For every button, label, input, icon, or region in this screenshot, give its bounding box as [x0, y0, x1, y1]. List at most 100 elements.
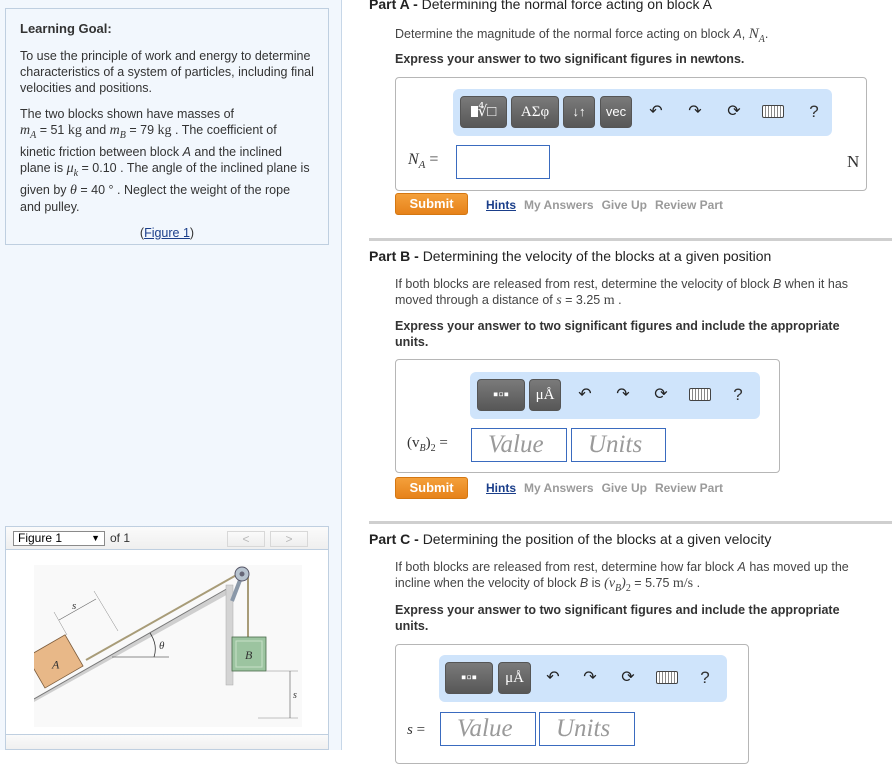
s-incline-label: s: [72, 600, 76, 612]
help-icon[interactable]: ?: [727, 384, 749, 406]
block-a: A: [34, 634, 84, 689]
part-a-actions: Hints My Answers Give Up Review Part: [486, 198, 731, 212]
figure-panel: Figure 1 ▼ of 1 < > θ s A B s: [5, 526, 329, 750]
mass-b-symbol: mB: [109, 123, 126, 141]
block-b-label: B: [245, 648, 253, 662]
pulley-axle: [239, 571, 245, 577]
part-b-answer-label: (vB)2 =: [407, 435, 448, 454]
redo-icon[interactable]: ↷: [684, 101, 706, 123]
part-a-question: Determine the magnitude of the normal fo…: [395, 26, 769, 45]
part-b-answer-box: ▪▫▪ μÅ ↶ ↷ ⟳ ? (vB)2 =: [395, 359, 780, 473]
figure-count: of 1: [110, 531, 131, 545]
figure-link-wrap: (Figure 1): [20, 225, 314, 241]
units-symbols-button[interactable]: μÅ: [498, 662, 531, 694]
templates-button[interactable]: ▪▫▪: [445, 662, 493, 694]
s-dimension-line: [58, 598, 97, 621]
keyboard-icon[interactable]: [656, 667, 678, 689]
part-c-question: If both blocks are released from rest, d…: [395, 560, 849, 594]
part-c-answer-label: s =: [407, 722, 426, 738]
and-text: and: [81, 123, 110, 137]
part-b-math-toolbar: ▪▫▪ μÅ ↶ ↷ ⟳ ?: [470, 372, 760, 419]
velocity-value-input[interactable]: [471, 428, 567, 462]
undo-icon[interactable]: ↶: [542, 667, 564, 689]
part-divider-1: [369, 238, 892, 241]
learning-goal-box: Learning Goal: To use the principle of w…: [5, 8, 329, 245]
help-icon[interactable]: ?: [694, 667, 716, 689]
mass-a-value: = 51: [36, 123, 68, 137]
part-a-review-part-link[interactable]: Review Part: [655, 198, 723, 212]
undo-icon[interactable]: ↶: [574, 384, 596, 406]
mass-b-unit: kg: [157, 123, 172, 138]
part-a-submit-button[interactable]: Submit: [395, 193, 468, 215]
part-b-give-up-link[interactable]: Give Up: [602, 481, 647, 495]
dropdown-arrow-icon: ▼: [91, 533, 100, 543]
templates-button[interactable]: ▪▫▪: [477, 379, 525, 411]
keyboard-icon[interactable]: [762, 101, 784, 123]
part-b-question: If both blocks are released from rest, d…: [395, 277, 849, 308]
part-b-title: Part B - Determining the velocity of the…: [369, 248, 772, 264]
part-b-submit-button[interactable]: Submit: [395, 477, 468, 499]
block-a-ref: A: [182, 144, 191, 159]
position-value-input[interactable]: [440, 712, 536, 746]
keyboard-icon[interactable]: [689, 384, 711, 406]
part-a-title: Part A - Determining the normal force ac…: [369, 0, 712, 12]
reset-icon[interactable]: ⟳: [617, 667, 639, 689]
figure-select[interactable]: Figure 1 ▼: [13, 531, 105, 546]
previous-figure-button[interactable]: <: [227, 531, 265, 547]
help-icon[interactable]: ?: [803, 101, 825, 123]
paren-close: ): [189, 225, 195, 240]
theta-symbol: θ: [70, 182, 77, 198]
part-c-answer-box: ▪▫▪ μÅ ↶ ↷ ⟳ ? s =: [395, 644, 749, 764]
part-a-answer-box: ∜□ ΑΣφ ↓↑ vec ↶ ↷ ⟳ ? NA = N: [395, 77, 867, 191]
templates-button[interactable]: ∜□: [460, 96, 507, 128]
vector-button[interactable]: vec: [600, 96, 632, 128]
reset-icon[interactable]: ⟳: [723, 101, 745, 123]
part-a-my-answers-link[interactable]: My Answers: [524, 198, 594, 212]
position-units-input[interactable]: [539, 712, 635, 746]
part-a-hints-link[interactable]: Hints: [486, 198, 516, 212]
units-symbols-button[interactable]: μÅ: [529, 379, 561, 411]
part-c-title: Part C - Determining the position of the…: [369, 531, 772, 547]
part-b-instruction: Express your answer to two significant f…: [395, 319, 840, 349]
part-c-math-toolbar: ▪▫▪ μÅ ↶ ↷ ⟳ ?: [439, 655, 727, 702]
part-b-review-part-link[interactable]: Review Part: [655, 481, 723, 495]
mu-k-symbol: μk: [66, 160, 79, 179]
theta-label: θ: [159, 640, 165, 652]
velocity-units-input[interactable]: [571, 428, 666, 462]
part-a-give-up-link[interactable]: Give Up: [602, 198, 647, 212]
mass-a-unit: kg: [67, 123, 82, 138]
part-divider-2: [369, 521, 892, 524]
figure-1-diagram: θ s A B s: [34, 565, 302, 727]
learning-goal-title: Learning Goal:: [20, 21, 112, 36]
mass-b-value: = 79: [125, 123, 158, 137]
part-b-my-answers-link[interactable]: My Answers: [524, 481, 594, 495]
redo-icon[interactable]: ↷: [579, 667, 601, 689]
block-a-label: A: [51, 657, 60, 671]
undo-icon[interactable]: ↶: [645, 101, 667, 123]
fraction-template-icon: ▪▫▪: [461, 669, 477, 686]
figure-footer: [6, 734, 328, 749]
greek-symbols-button[interactable]: ΑΣφ: [511, 96, 559, 128]
s-extension-2: [93, 590, 119, 632]
figure-1-link[interactable]: Figure 1: [144, 226, 190, 240]
s-drop-label: s: [293, 690, 297, 701]
normal-force-input[interactable]: [456, 145, 550, 179]
reset-icon[interactable]: ⟳: [650, 384, 672, 406]
part-a-unit: N: [847, 152, 860, 171]
part-a-answer-label: NA =: [408, 151, 439, 172]
problem-intro: The two blocks shown have masses of: [20, 107, 234, 121]
figure-select-value: Figure 1: [18, 531, 63, 545]
sub-superscript-button[interactable]: ↓↑: [563, 96, 595, 128]
part-b-hints-link[interactable]: Hints: [486, 481, 516, 495]
redo-icon[interactable]: ↷: [612, 384, 634, 406]
s-extension-1: [53, 611, 68, 636]
sqrt-icon: ∜□: [477, 104, 497, 120]
part-c-instruction: Express your answer to two significant f…: [395, 603, 840, 633]
part-a-math-toolbar: ∜□ ΑΣφ ↓↑ vec ↶ ↷ ⟳ ?: [453, 89, 832, 136]
next-figure-button[interactable]: >: [270, 531, 308, 547]
problem-statement: The two blocks shown have masses of mA =…: [20, 106, 314, 215]
template-block-icon: [470, 106, 478, 117]
figure-toolbar: Figure 1 ▼ of 1 < >: [6, 527, 328, 550]
part-b-actions: Hints My Answers Give Up Review Part: [486, 481, 731, 495]
part-a-instruction: Express your answer to two significant f…: [395, 52, 745, 66]
